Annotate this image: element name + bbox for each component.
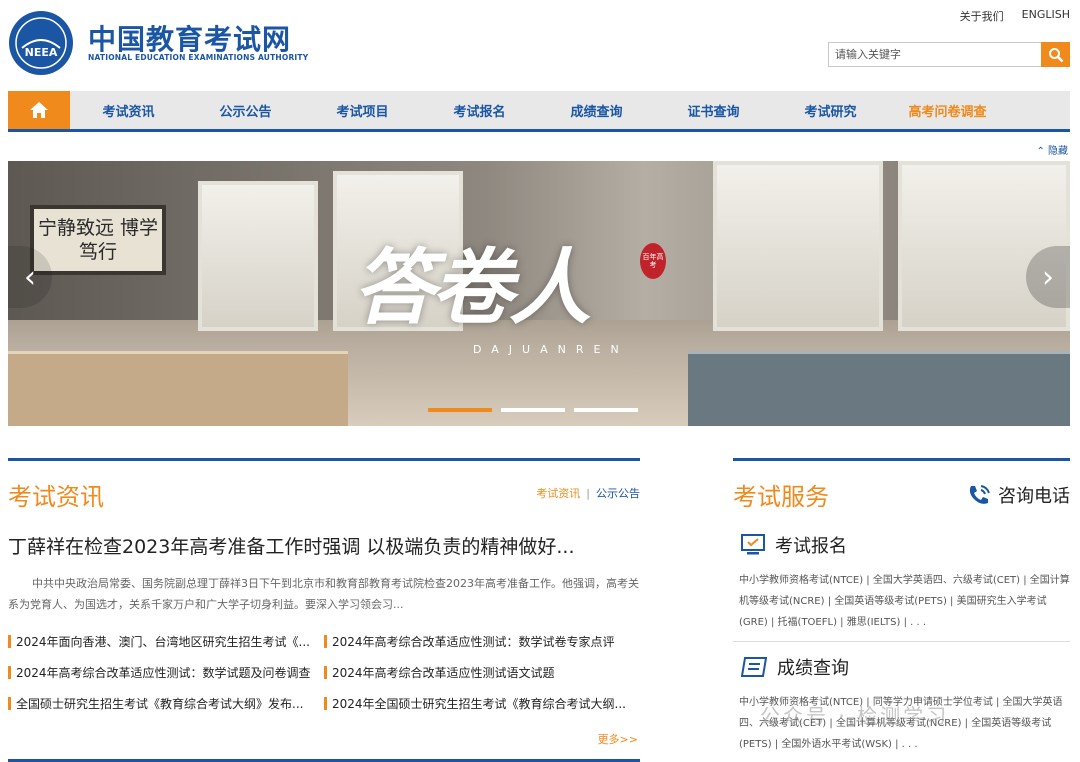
nav-item-announcements[interactable]: 公示公告	[187, 91, 304, 129]
tab-exam-news[interactable]: 考试资讯	[536, 487, 580, 500]
banner-desk	[8, 351, 348, 426]
nav-item-gaokao-survey[interactable]: 高考问卷调查	[889, 91, 1006, 129]
service-registration-label: 考试报名	[775, 536, 847, 557]
home-icon	[30, 102, 48, 118]
search-bar	[828, 42, 1070, 67]
main-nav: 考试资讯 公示公告 考试项目 考试报名 成绩查询 证书查询 考试研究 高考问卷调…	[8, 91, 1070, 132]
tab-separator: |	[586, 487, 590, 500]
hide-label: 隐藏	[1048, 146, 1068, 157]
list-item[interactable]: 2024年面向香港、澳门、台湾地区研究生招生考试《...	[8, 633, 324, 650]
banner-desk	[688, 351, 1070, 426]
hotline-link[interactable]: 咨询电话	[966, 482, 1070, 508]
chevron-left-icon: ‹	[24, 259, 36, 295]
chevron-right-icon: ›	[1042, 259, 1054, 295]
service-score-label: 成绩查询	[777, 658, 849, 679]
search-input[interactable]	[828, 42, 1041, 67]
search-icon	[1048, 47, 1063, 62]
nav-item-score-query[interactable]: 成绩查询	[538, 91, 655, 129]
registration-exam-links[interactable]: 中小学教师资格考试(NTCE) | 全国大学英语四、六级考试(CET) | 全国…	[733, 570, 1070, 642]
nav-home-button[interactable]	[8, 91, 70, 129]
banner-window	[713, 161, 883, 331]
list-item[interactable]: 2024年高考综合改革适应性测试：数学试题及问卷调查	[8, 664, 324, 681]
exam-news-section: 考试资讯 考试资讯 | 公示公告 丁薛祥在检查2023年高考准备工作时强调 以极端负…	[8, 458, 640, 746]
tab-announcements[interactable]: 公示公告	[596, 487, 640, 500]
banner-dot[interactable]	[428, 408, 492, 412]
about-link[interactable]: 关于我们	[960, 8, 1004, 24]
banner-seal: 百年高考	[640, 243, 666, 279]
service-registration-block: 考试报名 中小学教师资格考试(NTCE) | 全国大学英语四、六级考试(CET)…	[733, 532, 1070, 642]
list-item[interactable]: 2024年全国硕士研究生招生考试《教育综合考试大纲...	[324, 695, 640, 712]
news-summary: 中共中央政治局常委、国务院副总理丁薛祥3日下午到北京市和教育部教育考试院检查20…	[8, 577, 639, 611]
emblem-label: NEEA	[25, 46, 58, 59]
banner-subtitle: DAJUANREN	[473, 343, 629, 356]
document-list-icon	[741, 657, 767, 677]
banner-window	[198, 181, 318, 331]
service-registration-title[interactable]: 考试报名	[733, 532, 1070, 558]
phone-icon	[969, 484, 990, 504]
news-list: 2024年面向香港、澳门、台湾地区研究生招生考试《... 2024年高考综合改革…	[8, 633, 640, 712]
english-link[interactable]: ENGLISH	[1022, 8, 1070, 24]
list-item[interactable]: 全国硕士研究生招生考试《教育综合考试大纲》发布...	[8, 695, 324, 712]
banner-plaque: 宁静致远 博学笃行	[30, 205, 166, 275]
nav-item-exam-research[interactable]: 考试研究	[772, 91, 889, 129]
monitor-check-icon	[741, 534, 765, 555]
list-item[interactable]: 2024年高考综合改革适应性测试语文试题	[324, 664, 640, 681]
service-score-title[interactable]: 成绩查询	[733, 654, 1070, 680]
list-item[interactable]: 2024年高考综合改革适应性测试：数学试卷专家点评	[324, 633, 640, 650]
hotline-label: 咨询电话	[998, 485, 1070, 507]
nav-item-exam-news[interactable]: 考试资讯	[70, 91, 187, 129]
banner-pagination	[428, 408, 638, 412]
banner-dot[interactable]	[574, 408, 638, 412]
nav-item-exam-programs[interactable]: 考试项目	[304, 91, 421, 129]
hide-banner-link[interactable]: ⌃ 隐藏	[1036, 142, 1068, 157]
news-tabs: 考试资讯 | 公示公告	[536, 485, 640, 501]
news-more-link[interactable]: 更多>>	[598, 731, 638, 747]
wechat-watermark: 公众号 · 检测学习	[760, 704, 950, 728]
news-headline[interactable]: 丁薛祥在检查2023年高考准备工作时强调 以极端负责的精神做好...	[8, 532, 640, 559]
site-logo-subtitle: NATIONAL EDUCATION EXAMINATIONS AUTHORIT…	[88, 53, 309, 62]
site-logo-title[interactable]: 中国教育考试网	[88, 18, 291, 58]
nav-item-certificate-query[interactable]: 证书查询	[655, 91, 772, 129]
nav-item-registration[interactable]: 考试报名	[421, 91, 538, 129]
hero-banner[interactable]: 宁静致远 博学笃行 答卷人 百年高考 DAJUANREN	[8, 161, 1070, 426]
search-button[interactable]	[1041, 42, 1070, 67]
neea-emblem-icon: NEEA	[9, 11, 73, 75]
service-section-title: 考试服务	[733, 483, 829, 511]
chevron-up-icon: ⌃	[1036, 146, 1048, 157]
banner-dot[interactable]	[501, 408, 565, 412]
banner-title: 答卷人	[353, 240, 591, 336]
top-links: 关于我们 ENGLISH	[960, 8, 1070, 24]
